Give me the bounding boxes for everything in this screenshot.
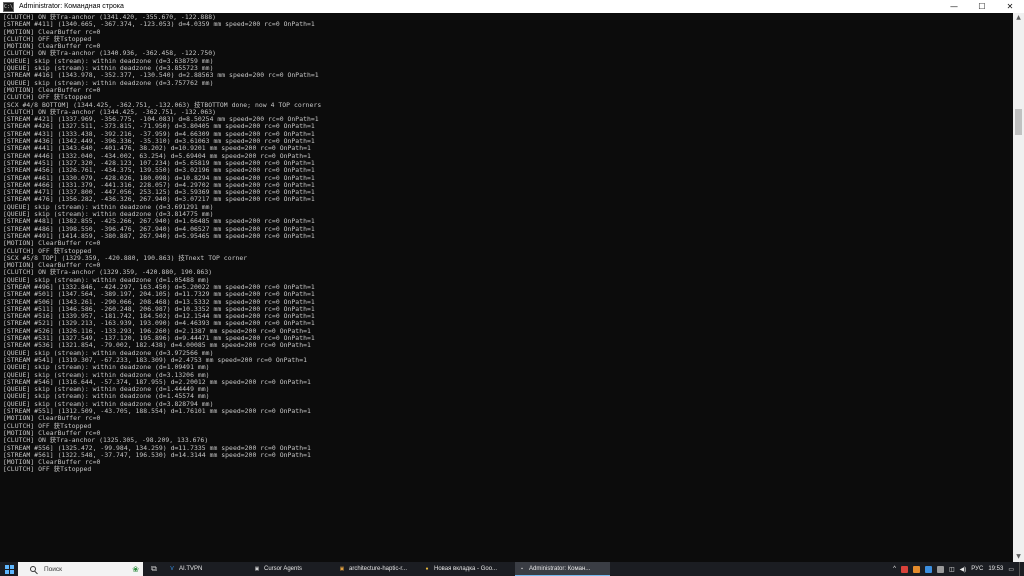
volume-icon[interactable]: ◀) (960, 566, 967, 573)
show-desktop-button[interactable] (1019, 562, 1024, 576)
console-output[interactable]: [CLUTCH] ON 获Tra-anchor (1341.420, -355.… (0, 13, 1013, 562)
taskbar: Поиск ❀ ⧉ V AI.TVPN ▣ Cursor Agents ▣ archite… (0, 562, 1024, 576)
language-indicator[interactable]: РУС (971, 566, 983, 572)
taskbar-app-label: architecture-haptic-r... (349, 565, 408, 572)
taskbar-app-icon: ▣ (339, 565, 345, 572)
search-highlight-icon: ❀ (132, 564, 139, 574)
taskbar-app-0[interactable]: V AI.TVPN (165, 562, 250, 576)
minimize-button[interactable]: — (940, 0, 968, 13)
console-line: [STREAM #411] (1340.665, -367.374, -123.… (3, 20, 315, 29)
maximize-button[interactable]: ☐ (968, 0, 996, 13)
taskbar-apps: V AI.TVPN ▣ Cursor Agents ▣ architecture-hapt… (165, 562, 610, 576)
taskbar-app-label: Новая вкладка - Goo... (434, 565, 498, 572)
taskbar-app-4[interactable]: ▪ Administrator: Коман... (515, 562, 610, 576)
console-line: [MOTION] ClearBuffer rc=0 (3, 414, 101, 423)
title-bar: C:\ Administrator: Командная строка — ☐ … (0, 0, 1024, 14)
scrollbar-thumb[interactable] (1015, 109, 1022, 135)
clock[interactable]: 19:53 (988, 566, 1003, 572)
task-view-icon[interactable]: ⧉ (147, 562, 161, 576)
network-icon[interactable]: ◫ (949, 566, 955, 573)
windows-logo-icon (4, 564, 14, 574)
taskbar-app-icon: V (170, 565, 174, 572)
console-line: [STREAM #551] (1312.509, -43.705, 188.55… (3, 407, 311, 416)
window-controls: — ☐ ✕ (940, 0, 1024, 13)
taskbar-app-1[interactable]: ▣ Cursor Agents (250, 562, 335, 576)
tray-app-gray-icon[interactable] (937, 565, 944, 573)
notifications-icon[interactable]: ▭ (1008, 566, 1014, 573)
console-line: [MOTION] ClearBuffer rc=0 (3, 27, 101, 36)
taskbar-app-icon: ▣ (254, 565, 260, 572)
cmd-app-icon: C:\ (3, 1, 14, 12)
console-line: [STREAM #561] (1322.548, -37.747, 196.53… (3, 450, 311, 459)
scroll-up-icon[interactable]: ▲ (1013, 13, 1024, 23)
taskbar-app-label: Administrator: Коман... (529, 565, 591, 572)
search-placeholder: Поиск (44, 565, 63, 573)
taskbar-app-label: AI.TVPN (179, 565, 203, 572)
search-icon (30, 566, 36, 572)
console-line: [MOTION] ClearBuffer rc=0 (3, 458, 101, 467)
taskbar-app-2[interactable]: ▣ architecture-haptic-r... (335, 562, 420, 576)
window-title: Administrator: Командная строка (19, 3, 124, 10)
console-line: [STREAM #491] (1414.859, -380.887, 267.9… (3, 231, 315, 240)
tray-app-blue-icon[interactable] (925, 565, 932, 573)
vertical-scrollbar[interactable]: ▲ ▼ (1013, 13, 1024, 562)
close-button[interactable]: ✕ (996, 0, 1024, 13)
taskbar-app-label: Cursor Agents (264, 565, 303, 572)
console-line: [MOTION] ClearBuffer rc=0 (3, 239, 101, 248)
console-lines: [CLUTCH] ON 获Tra-anchor (1341.420, -355.… (0, 13, 1013, 474)
system-tray: ^ ◫ ◀) РУС 19:53 ▭ (888, 562, 1024, 576)
tray-app-orange-icon[interactable] (913, 565, 920, 573)
console-line: [QUEUE] skip (stream): within deadzone (… (3, 78, 214, 87)
start-button[interactable] (0, 562, 18, 576)
taskbar-search-box[interactable]: Поиск ❀ (18, 562, 143, 576)
console-line: [CLUTCH] OFF 获Tstopped (3, 421, 92, 430)
console-line: [SCX #5/8 TOP] (1329.359, -420.880, 190.… (3, 253, 248, 262)
taskbar-app-icon: ▪ (521, 565, 523, 572)
taskbar-app-icon: ● (425, 565, 429, 572)
console-line: [CLUTCH] OFF 获Tstopped (3, 34, 92, 43)
tray-expand-icon[interactable]: ^ (893, 566, 896, 572)
tray-app-red-icon[interactable] (901, 565, 908, 573)
console-line: [CLUTCH] OFF 获Tstopped (3, 465, 92, 474)
console-line: [MOTION] ClearBuffer rc=0 (3, 85, 101, 94)
scroll-down-icon[interactable]: ▼ (1013, 552, 1024, 562)
taskbar-app-3[interactable]: ● Новая вкладка - Goo... (420, 562, 515, 576)
